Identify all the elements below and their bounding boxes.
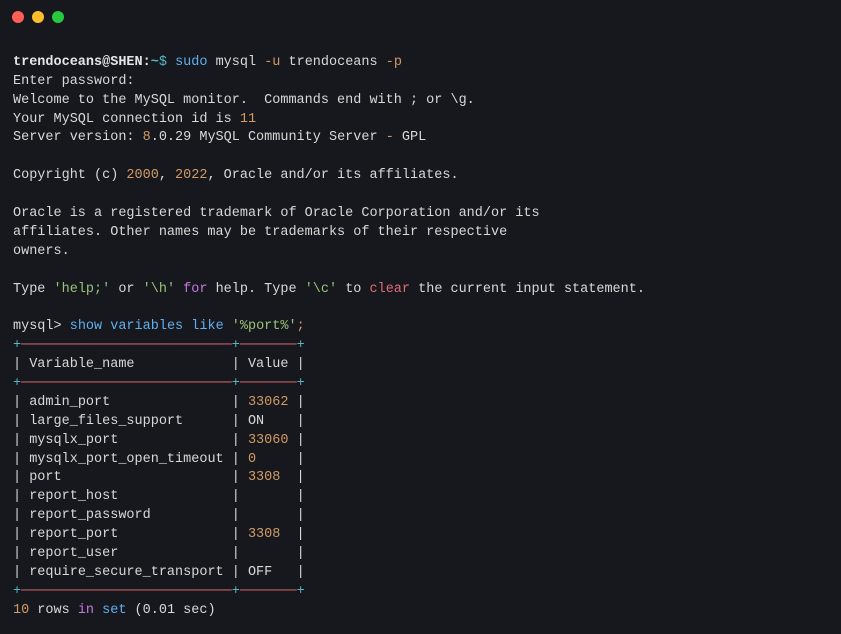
line-h-str: '\h' bbox=[143, 282, 175, 297]
table-row: | report_host | | bbox=[13, 489, 305, 504]
table-row: | port | 3308 | bbox=[13, 470, 305, 485]
footer-set: set bbox=[102, 603, 126, 618]
table-row: | mysqlx_port_open_timeout | 0 | bbox=[13, 452, 305, 467]
table-row: | report_password | | bbox=[13, 508, 305, 523]
line-or: or bbox=[110, 282, 142, 297]
line-clear: clear bbox=[370, 282, 411, 297]
prompt-tilde: ~ bbox=[151, 55, 159, 70]
line-enter-password: Enter password: bbox=[13, 74, 143, 89]
prompt-dollar: $ bbox=[159, 55, 167, 70]
table-row: | require_secure_transport | OFF | bbox=[13, 565, 305, 580]
line-clear-post: the current input statement. bbox=[410, 282, 645, 297]
line-srv-pre: Server version: bbox=[13, 130, 143, 145]
line-help-str: 'help;' bbox=[54, 282, 111, 297]
window-controls bbox=[0, 0, 841, 31]
line-conn-id: 11 bbox=[240, 112, 256, 127]
maximize-icon[interactable] bbox=[52, 11, 64, 23]
q-variables: variables bbox=[110, 319, 183, 334]
close-icon[interactable] bbox=[12, 11, 24, 23]
line-trademark1: Oracle is a registered trademark of Orac… bbox=[13, 206, 540, 221]
footer-rows-word: rows bbox=[29, 603, 78, 618]
prompt-colon: : bbox=[143, 55, 151, 70]
cmd-pflag: -p bbox=[386, 55, 402, 70]
line-copyright-pre: Copyright (c) bbox=[13, 168, 126, 183]
q-semi: ; bbox=[297, 319, 305, 334]
line-trademark2: affiliates. Other names may be trademark… bbox=[13, 225, 507, 240]
mysql-prompt: mysql> bbox=[13, 319, 70, 334]
line-srv-ver: 8 bbox=[143, 130, 151, 145]
table-row: | large_files_support | ON | bbox=[13, 414, 305, 429]
cmd-mysql: mysql bbox=[207, 55, 264, 70]
footer-count: 10 bbox=[13, 603, 29, 618]
q-pattern: '%port%' bbox=[232, 319, 297, 334]
footer-in: in bbox=[78, 603, 94, 618]
table-header-name: Variable_name bbox=[21, 357, 232, 372]
line-trademark3: owners. bbox=[13, 244, 70, 259]
line-copyright-y2: 2022 bbox=[175, 168, 207, 183]
line-srv-dash: - bbox=[386, 130, 394, 145]
terminal-output: trendoceans@SHEN:~$ sudo mysql -u trendo… bbox=[0, 31, 841, 625]
minimize-icon[interactable] bbox=[32, 11, 44, 23]
line-welcome: Welcome to the MySQL monitor. Commands e… bbox=[13, 93, 475, 108]
table-row: | report_port | 3308 | bbox=[13, 527, 305, 542]
table-body: | admin_port | 33062 | | large_files_sup… bbox=[13, 395, 305, 580]
line-to: to bbox=[337, 282, 369, 297]
line-copyright-comma: , bbox=[159, 168, 175, 183]
cmd-uflag: -u bbox=[264, 55, 280, 70]
line-c-str: '\c' bbox=[305, 282, 337, 297]
table-row: | report_user | | bbox=[13, 546, 305, 561]
footer-timing: (0.01 sec) bbox=[126, 603, 215, 618]
line-srv-gpl: GPL bbox=[394, 130, 426, 145]
line-conn-pre: Your MySQL connection id is bbox=[13, 112, 240, 127]
cmd-username: trendoceans bbox=[280, 55, 385, 70]
q-show: show bbox=[70, 319, 102, 334]
cmd-sudo: sudo bbox=[175, 55, 207, 70]
q-like: like bbox=[191, 319, 223, 334]
line-type-pre: Type bbox=[13, 282, 54, 297]
table-header-value: Value bbox=[240, 357, 297, 372]
line-help-post: help. Type bbox=[207, 282, 304, 297]
line-srv-mid: .0.29 MySQL Community Server bbox=[151, 130, 386, 145]
table-row: | admin_port | 33062 | bbox=[13, 395, 305, 410]
line-copyright-y1: 2000 bbox=[126, 168, 158, 183]
table-row: | mysqlx_port | 33060 | bbox=[13, 433, 305, 448]
line-copyright-post: , Oracle and/or its affiliates. bbox=[207, 168, 458, 183]
prompt-user-host: trendoceans@SHEN bbox=[13, 55, 143, 70]
line-for: for bbox=[183, 282, 207, 297]
